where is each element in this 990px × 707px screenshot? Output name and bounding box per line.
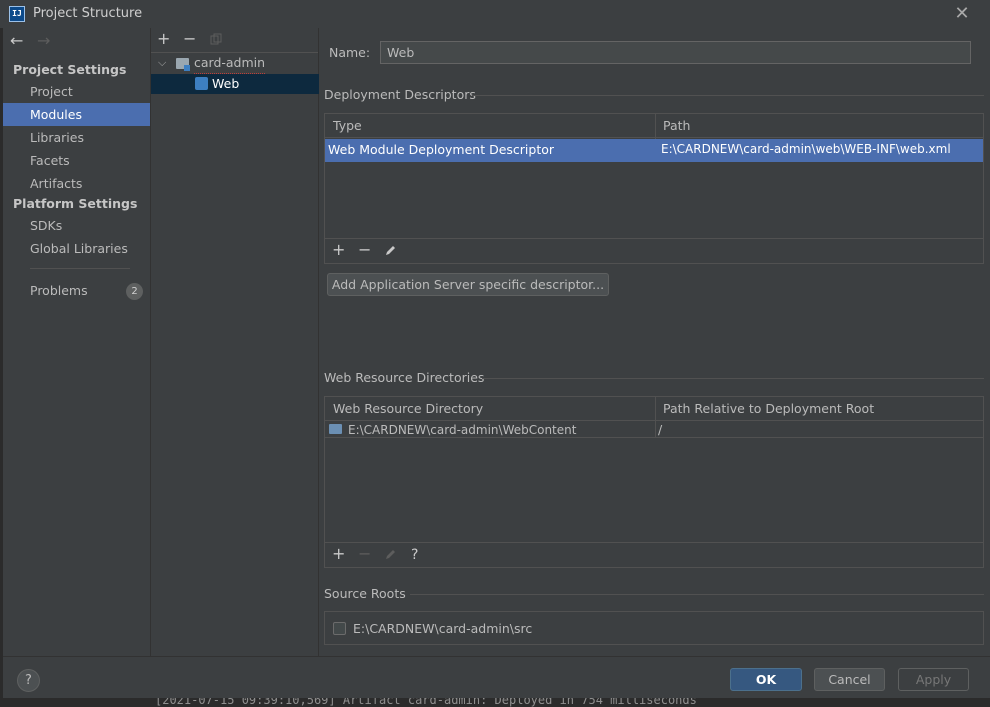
forward-arrow-icon: →: [37, 31, 51, 50]
console-log-line: [2021-07-15 09:39:10,569] Artifact card-…: [155, 698, 697, 707]
source-roots-title: Source Roots: [324, 586, 406, 601]
help-button[interactable]: ?: [17, 669, 40, 692]
deployment-descriptors-title: Deployment Descriptors: [324, 87, 476, 102]
copy-icon: [210, 33, 222, 45]
descriptor-path-cell[interactable]: E:\CARDNEW\card-admin\web\WEB-INF\web.xm…: [658, 138, 951, 160]
edit-icon: [384, 548, 397, 561]
nav-divider: [30, 268, 130, 269]
nav-item-project[interactable]: Project: [3, 80, 150, 103]
ok-button[interactable]: OK: [730, 668, 802, 691]
window-title: Project Structure: [33, 6, 143, 21]
remove-resource-icon: −: [358, 544, 372, 563]
add-module-icon[interactable]: +: [157, 30, 170, 48]
apply-button: Apply: [898, 668, 969, 691]
tree-item-card-admin[interactable]: card-admin: [194, 53, 266, 74]
module-tree-pane: [151, 28, 319, 656]
column-path[interactable]: Path: [663, 118, 690, 133]
intellij-app-icon: IJ: [9, 6, 25, 22]
group-divider: [482, 378, 984, 379]
resource-rel-path-cell[interactable]: /: [655, 419, 662, 441]
deployment-table-toolbar: [325, 238, 983, 262]
tree-item-web[interactable]: Web: [212, 74, 239, 94]
help-question-icon[interactable]: ?: [411, 546, 418, 564]
module-badge-icon: [184, 65, 190, 71]
cancel-button[interactable]: Cancel: [814, 668, 885, 691]
name-label: Name:: [329, 45, 371, 60]
group-divider: [472, 95, 984, 96]
add-descriptor-icon[interactable]: +: [332, 241, 345, 259]
source-root-checkbox[interactable]: [333, 622, 346, 635]
descriptor-type-cell[interactable]: Web Module Deployment Descriptor: [325, 139, 554, 161]
name-field[interactable]: Web: [380, 41, 971, 64]
resource-table-toolbar: [325, 542, 983, 566]
nav-item-modules[interactable]: Modules: [3, 103, 150, 126]
column-path-relative[interactable]: Path Relative to Deployment Root: [663, 401, 874, 416]
source-root-path[interactable]: E:\CARDNEW\card-admin\src: [353, 621, 532, 636]
nav-item-libraries[interactable]: Libraries: [3, 126, 150, 149]
group-divider: [410, 594, 984, 595]
chevron-down-icon[interactable]: ⌵: [158, 56, 166, 70]
platform-settings-header: Platform Settings: [13, 196, 138, 211]
web-resource-directories-title: Web Resource Directories: [324, 370, 485, 385]
problems-count-badge: 2: [126, 283, 143, 300]
nav-item-sdks[interactable]: SDKs: [3, 214, 150, 237]
remove-descriptor-icon[interactable]: −: [358, 241, 371, 259]
remove-module-icon[interactable]: −: [183, 30, 196, 48]
nav-item-facets[interactable]: Facets: [3, 149, 150, 172]
edit-icon[interactable]: [384, 244, 397, 257]
add-resource-icon[interactable]: +: [332, 545, 345, 563]
title-bar: [0, 0, 990, 28]
table-header: [325, 114, 983, 138]
back-arrow-icon[interactable]: ←: [10, 31, 23, 51]
console-strip: [2021-07-15 09:39:10,569] Artifact card-…: [0, 698, 990, 707]
close-icon[interactable]: ✕: [952, 4, 972, 24]
folder-icon: [329, 424, 342, 434]
column-web-resource-directory[interactable]: Web Resource Directory: [333, 401, 483, 416]
nav-item-artifacts[interactable]: Artifacts: [3, 172, 150, 195]
nav-item-global-libraries[interactable]: Global Libraries: [3, 237, 150, 260]
add-server-descriptor-button[interactable]: Add Application Server specific descript…: [327, 273, 609, 296]
web-facet-icon: [195, 77, 208, 90]
column-type[interactable]: Type: [333, 118, 362, 133]
resource-dir-cell[interactable]: E:\CARDNEW\card-admin\WebContent: [345, 419, 576, 441]
project-settings-header: Project Settings: [13, 62, 127, 77]
